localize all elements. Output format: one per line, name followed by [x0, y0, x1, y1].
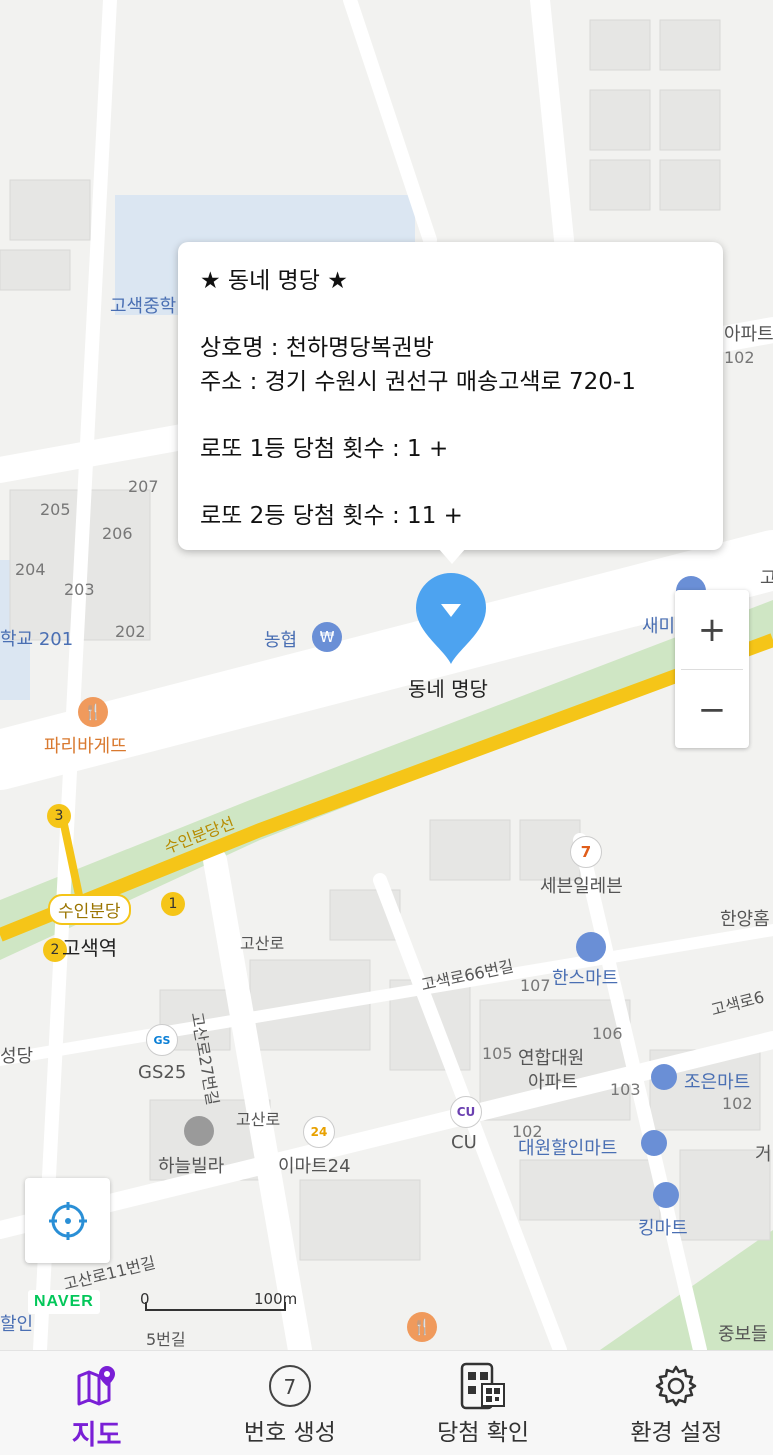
nav-tab-check[interactable]: 당첨 확인 [387, 1351, 580, 1455]
building-icon [184, 1116, 214, 1146]
map-label: 이마트24 [278, 1156, 351, 1177]
map-label: 고색역 [62, 936, 118, 960]
mart-icon [576, 932, 606, 962]
marker-pin-icon [416, 573, 486, 664]
popup-lotto2-count: 로또 2등 당첨 횟수 : 11 + [200, 503, 463, 529]
bottom-navigation: 지도 7 번호 생성 당첨 확인 환경 설정 [0, 1350, 773, 1455]
map-label: 204 [15, 560, 46, 579]
popup-lotto1-count: 로또 1등 당첨 횟수 : 1 + [200, 436, 449, 462]
map-label: 고산로 [240, 934, 285, 953]
map-label: 고산로 [236, 1110, 281, 1129]
line-badge: 3 [47, 804, 71, 828]
map-scale: 0 100m [140, 1290, 305, 1312]
naver-logo: NAVER [28, 1290, 100, 1314]
map-label: 연합대원 [518, 1048, 585, 1069]
nav-label: 번호 생성 [243, 1420, 336, 1446]
map-view[interactable]: 고색중학 아파트 102 207 205 206 204 203 학교 201 … [0, 0, 773, 1350]
map-label: 파리바게뜨 [44, 736, 127, 757]
mart-icon [653, 1182, 679, 1208]
scale-bar [145, 1302, 286, 1311]
map-label: 새미 [642, 616, 676, 637]
map-label: 103 [610, 1080, 641, 1099]
popup-title: ★ 동네 명당 ★ [200, 268, 348, 294]
emart24-icon: 24 [303, 1116, 335, 1148]
cu-icon: CU [450, 1096, 482, 1128]
map-label: 조은마트 [684, 1072, 751, 1093]
restaurant-icon: 🍴 [407, 1312, 437, 1342]
nav-label: 지도 [71, 1420, 122, 1451]
map-label: 106 [592, 1024, 623, 1043]
nav-label: 당첨 확인 [437, 1420, 530, 1446]
marker-label: 동네 명당 [408, 677, 488, 701]
gear-icon [656, 1365, 697, 1407]
map-label: 대원할인마트 [518, 1138, 618, 1159]
map-label: 세븐일레븐 [540, 876, 623, 897]
info-popup: ★ 동네 명당 ★ 상호명 : 천하명당복권방 주소 : 경기 수원시 권선구 … [178, 242, 723, 550]
map-label: CU [451, 1132, 477, 1153]
map-label: 할인 [0, 1314, 34, 1335]
map-label: 고색중학 [110, 296, 177, 317]
map-label: 아파트 [724, 324, 773, 345]
popup-tail [438, 548, 466, 564]
map-label: 농협 [264, 630, 298, 651]
map-label: 102 [724, 348, 755, 367]
map-label: 하늘빌라 [158, 1156, 225, 1177]
map-label: 102 [722, 1094, 753, 1113]
crosshair-icon [48, 1201, 87, 1240]
zoom-control: + − [675, 590, 749, 748]
gs25-icon: GS [146, 1024, 178, 1056]
mart-icon [641, 1130, 667, 1156]
map-label: 아파트 [528, 1072, 578, 1093]
current-location-button[interactable] [25, 1178, 110, 1263]
map-label: 거 [755, 1144, 772, 1165]
line-badge: 1 [161, 892, 185, 916]
nav-tab-settings[interactable]: 환경 설정 [580, 1351, 773, 1455]
map-label: 5번길 [146, 1330, 186, 1349]
map-label: 킹마트 [638, 1218, 688, 1239]
qr-phone-icon [460, 1362, 506, 1410]
map-label: 중보들 [718, 1324, 768, 1345]
restaurant-icon: 🍴 [78, 697, 108, 727]
nav-label: 환경 설정 [630, 1420, 723, 1446]
popup-address: 주소 : 경기 수원시 권선구 매송고색로 720-1 [200, 369, 636, 395]
map-label: 한스마트 [552, 968, 619, 989]
bank-icon: ₩ [312, 622, 342, 652]
map-label: 207 [128, 477, 159, 496]
map-label: 107 [520, 976, 551, 995]
popup-shop-name: 상호명 : 천하명당복권방 [200, 335, 434, 361]
map-label: 105 [482, 1044, 513, 1063]
zoom-in-button[interactable]: + [675, 590, 749, 669]
map-label: 학교 201 [0, 629, 74, 650]
nav-tab-generate[interactable]: 7 번호 생성 [193, 1351, 386, 1455]
lotto-ball-number: 7 [283, 1374, 297, 1399]
map-label: 고 [760, 568, 773, 589]
map-label: 203 [64, 580, 95, 599]
seven-eleven-icon: 7 [570, 836, 602, 868]
map-label: 한양홈 [720, 909, 770, 930]
location-marker[interactable] [415, 572, 487, 668]
map-label: 성당 [0, 1046, 34, 1067]
nav-tab-map[interactable]: 지도 [0, 1351, 193, 1455]
map-label: GS25 [138, 1062, 187, 1083]
zoom-out-button[interactable]: − [675, 670, 749, 749]
map-label: 202 [115, 622, 146, 641]
station-badge: 수인분당 [48, 894, 131, 925]
map-pin-icon [77, 1366, 115, 1406]
mart-icon [651, 1064, 677, 1090]
map-label: 206 [102, 524, 133, 543]
map-label: 205 [40, 500, 71, 519]
